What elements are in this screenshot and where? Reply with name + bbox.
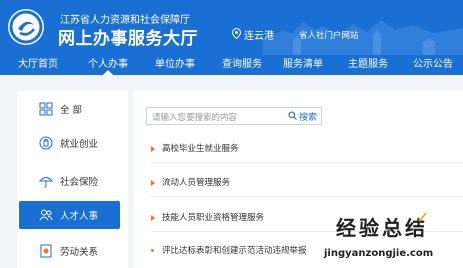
grid-icon <box>39 102 53 116</box>
arrow-icon <box>151 145 155 152</box>
divider <box>151 196 463 197</box>
checkmark-icon: ✓ <box>416 208 430 227</box>
arrow-icon <box>151 214 155 221</box>
service-label: 流动人员管理服务 <box>162 178 231 188</box>
search-button[interactable]: 搜索 <box>288 110 317 123</box>
location-pin-icon <box>231 27 242 42</box>
nav-item-topic[interactable]: 主题服务 <box>340 55 396 75</box>
search-icon <box>288 110 297 123</box>
sidebar-item-label: 就业创业 <box>60 139 99 150</box>
divider <box>151 162 463 163</box>
watermark-url: jingyanzongjie.com <box>324 248 434 259</box>
nav-item-service-list[interactable]: 服务清单 <box>275 55 331 75</box>
header-bar: 江苏省人力资源和社会保障厅 网上办事服务大厅 连云港 省人社门户网站 <box>0 0 463 55</box>
location-label: 连云港 <box>244 31 274 42</box>
location-selector[interactable]: 连云港 <box>231 27 274 42</box>
briefcase-icon <box>39 136 53 150</box>
service-label: 技能人员职业资格管理服务 <box>162 213 265 223</box>
sidebar-item-label: 社会保险 <box>60 177 99 188</box>
search-button-label: 搜索 <box>298 113 317 123</box>
search-input[interactable]: 请输入您要搜索的内容 <box>152 111 237 123</box>
skyline-decoration <box>263 20 463 55</box>
service-item-award-violation-report[interactable]: 评比达标表彰和创建示范活动违规举报 <box>151 244 307 256</box>
umbrella-icon <box>38 174 54 188</box>
sidebar-item-label: 人才人事 <box>60 211 99 222</box>
main-nav: 大厅首页 个人办事 单位办事 查询服务 服务清单 主题服务 公示公告 <box>0 55 463 75</box>
sidebar-item-talent[interactable]: 人才人事 <box>19 201 120 229</box>
document-icon <box>39 244 53 258</box>
service-label: 评比达标表彰和创建示范活动违规举报 <box>162 246 307 256</box>
nav-item-notices[interactable]: 公示公告 <box>405 55 461 75</box>
sidebar-item-label: 劳动关系 <box>60 247 99 258</box>
search-box[interactable]: 请输入您要搜索的内容 搜索 <box>146 107 322 125</box>
service-label: 高校毕业生就业服务 <box>162 144 239 154</box>
portal-title: 网上办事服务大厅 <box>58 29 198 49</box>
hrss-logo[interactable] <box>8 9 44 45</box>
category-sidebar: 全 部 就业创业 社会保险 人才人事 劳动关系 <box>17 91 128 268</box>
nav-item-organization[interactable]: 单位办事 <box>147 55 203 75</box>
portal-website-link[interactable]: 省人社门户网站 <box>299 29 359 41</box>
service-item-skill-qualification[interactable]: 技能人员职业资格管理服务 <box>151 211 264 223</box>
people-icon <box>39 208 53 222</box>
service-item-graduate-employment[interactable]: 高校毕业生就业服务 <box>151 142 239 154</box>
arrow-icon <box>151 179 155 186</box>
nav-item-query[interactable]: 查询服务 <box>214 55 270 75</box>
bullet-icon <box>151 249 154 252</box>
nav-item-personal[interactable]: 个人办事 <box>80 55 136 75</box>
watermark: 经验总结 ✓ jingyanzongjie.com <box>322 208 463 268</box>
nav-item-home[interactable]: 大厅首页 <box>10 55 66 75</box>
service-item-floating-personnel[interactable]: 流动人员管理服务 <box>151 176 230 188</box>
sidebar-item-label: 全 部 <box>60 105 83 116</box>
watermark-title: 经验总结 <box>336 216 428 240</box>
sidebar-item-employment[interactable]: 就业创业 <box>19 129 120 157</box>
sidebar-item-labor-relations[interactable]: 劳动关系 <box>19 237 120 265</box>
sidebar-item-all[interactable]: 全 部 <box>19 95 120 123</box>
sidebar-item-social-insurance[interactable]: 社会保险 <box>19 167 120 195</box>
